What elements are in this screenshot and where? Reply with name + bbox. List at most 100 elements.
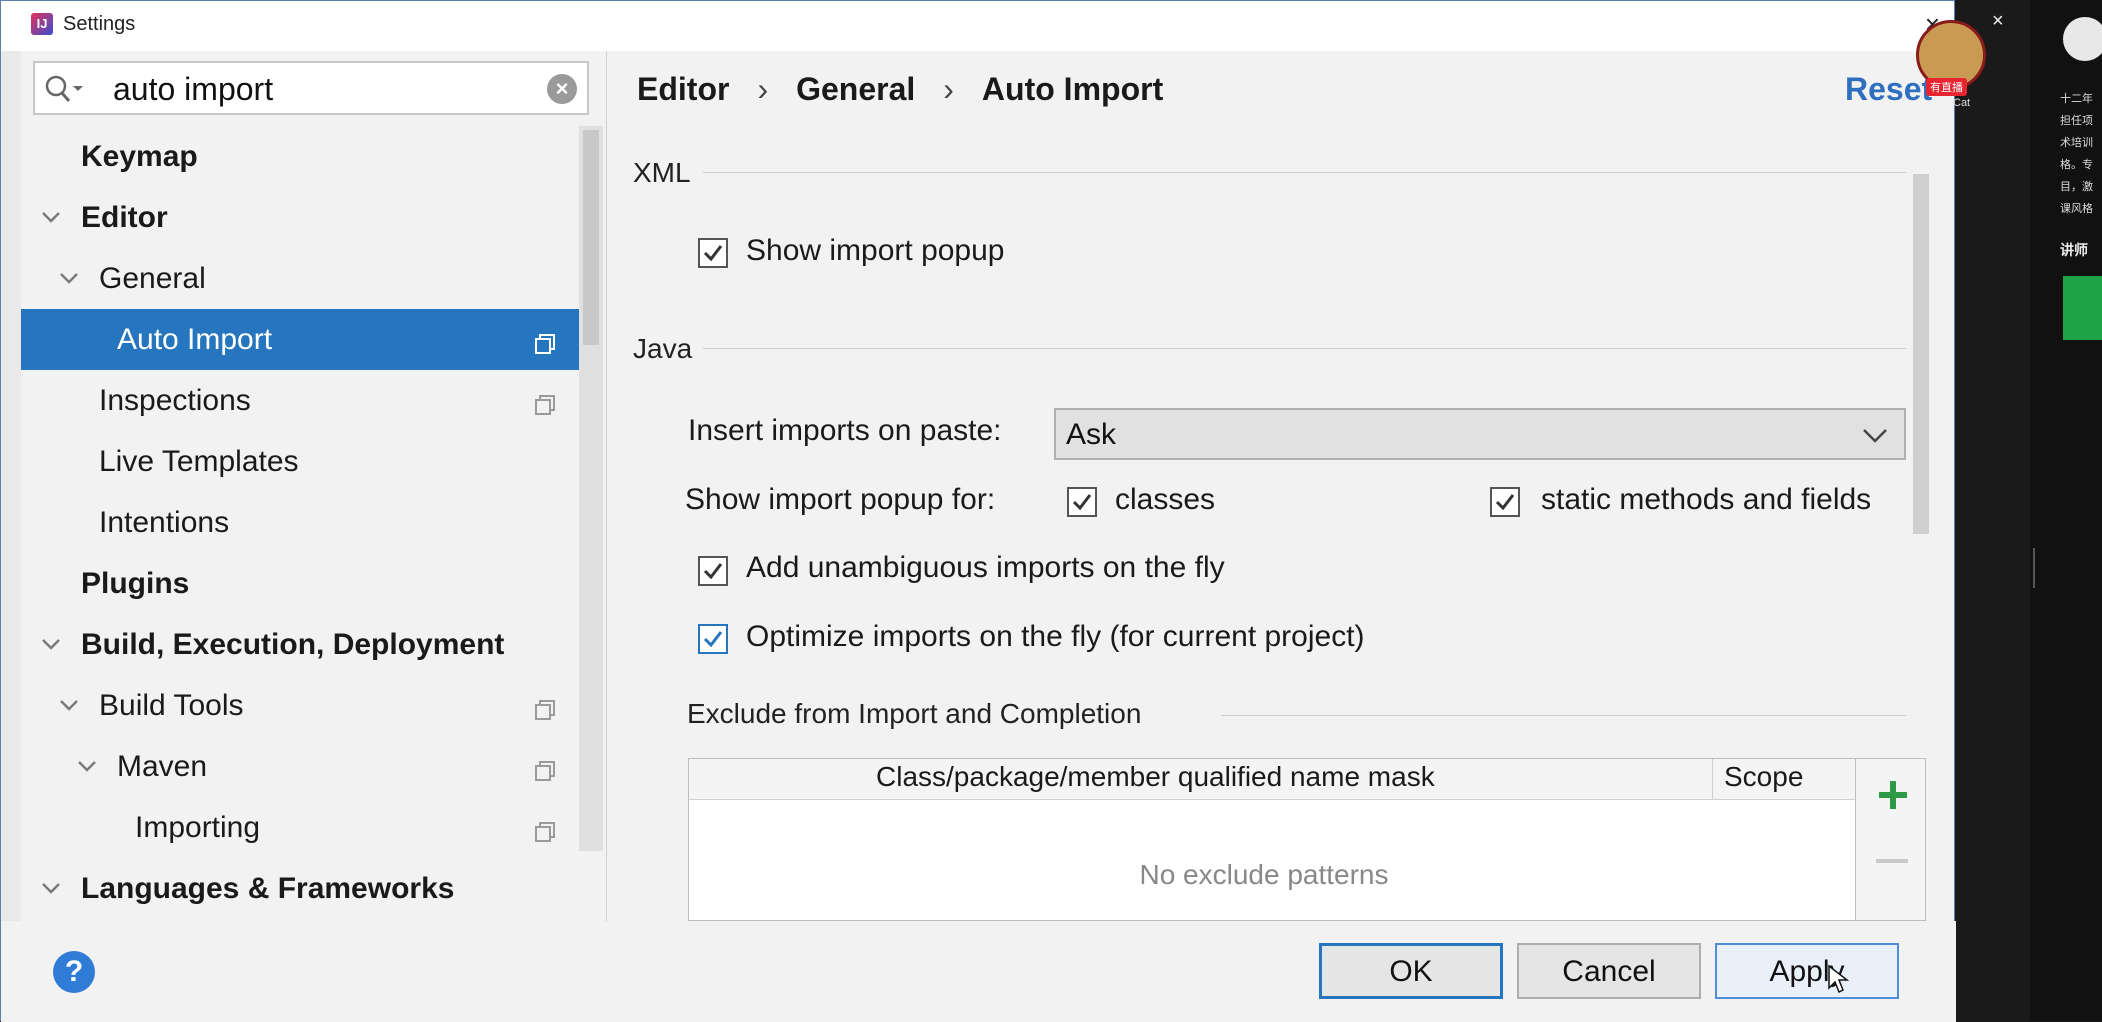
chevron-down-icon[interactable] <box>39 632 63 656</box>
tree-item-auto-import[interactable]: Auto Import <box>21 309 586 370</box>
live-streamer-name: Cat <box>1953 97 1971 109</box>
static-methods-label[interactable]: static methods and fields <box>1541 483 1871 517</box>
project-settings-icon <box>534 695 556 720</box>
add-icon[interactable] <box>1875 777 1911 813</box>
breadcrumb-general: General <box>796 71 916 107</box>
breadcrumb-auto-import: Auto Import <box>981 71 1164 107</box>
tree-item-label: Languages & Frameworks <box>81 871 455 905</box>
window-title: Settings <box>63 13 136 35</box>
breadcrumb-editor: Editor <box>637 71 730 107</box>
mouse-cursor-icon <box>1828 964 1849 994</box>
insert-imports-dropdown[interactable]: Ask <box>1054 408 1906 460</box>
settings-sidebar: × Keymap Editor General Auto Import Inspecti… <box>21 51 607 921</box>
tree-item-label: Importing <box>135 810 261 844</box>
exclude-patterns-table[interactable]: Class/package/member qualified name mask… <box>688 758 1856 921</box>
tree-item-live-templates[interactable]: Live Templates <box>21 431 586 492</box>
empty-table-text: No exclude patterns <box>1139 859 1389 890</box>
project-settings-icon <box>534 390 556 415</box>
tree-item-general[interactable]: General <box>21 248 586 309</box>
tree-item-keymap[interactable]: Keymap <box>21 126 586 187</box>
reset-link[interactable]: Reset <box>1845 71 1932 108</box>
tree-item-label: Build, Execution, Deployment <box>81 627 505 661</box>
tree-item-maven[interactable]: Maven <box>21 736 586 797</box>
presenter-avatar <box>2063 17 2102 61</box>
cancel-button[interactable]: Cancel <box>1517 943 1701 999</box>
show-import-popup-for-label: Show import popup for: <box>685 483 996 516</box>
clear-search-icon[interactable]: × <box>547 74 577 104</box>
tree-item-inspections[interactable]: Inspections <box>21 370 586 431</box>
tree-item-languages-frameworks[interactable]: Languages & Frameworks <box>21 858 586 919</box>
close-overlay-icon[interactable]: × <box>1992 10 2004 33</box>
checkmark-icon <box>1495 494 1515 511</box>
tree-item-label: Editor <box>81 200 168 234</box>
bio-line: 担任项 <box>2060 115 2093 127</box>
optimize-imports-label[interactable]: Optimize imports on the fly (for current… <box>746 620 1365 654</box>
insert-imports-value: Ask <box>1066 418 1117 451</box>
breadcrumb: Editor › General › Auto Import <box>637 71 1163 108</box>
chevron-down-icon[interactable] <box>57 693 81 717</box>
help-icon[interactable]: ? <box>53 951 95 993</box>
chevron-down-icon[interactable] <box>39 205 63 229</box>
add-unambiguous-label[interactable]: Add unambiguous imports on the fly <box>746 551 1225 585</box>
column-divider <box>1712 759 1713 799</box>
apply-button[interactable]: Apply <box>1715 943 1899 999</box>
title-bar: IJ Settings × <box>1 1 1954 51</box>
content-scrollbar-thumb[interactable] <box>1913 174 1929 534</box>
tree-item-intentions[interactable]: Intentions <box>21 492 586 553</box>
section-divider <box>703 172 1906 173</box>
chevron-down-icon <box>1863 429 1887 443</box>
chevron-down-icon[interactable] <box>75 754 99 778</box>
column-header-mask[interactable]: Class/package/member qualified name mask <box>876 761 1435 793</box>
section-title-java: Java <box>633 333 693 364</box>
wechat-icon[interactable] <box>2063 276 2102 340</box>
insert-imports-label: Insert imports on paste: <box>688 414 1002 447</box>
classes-checkbox[interactable] <box>1067 487 1097 517</box>
search-icon[interactable] <box>43 73 83 105</box>
sidebar-scrollbar-thumb[interactable] <box>583 130 599 345</box>
bio-line: 课风格 <box>2060 203 2093 215</box>
settings-search-box[interactable]: × <box>33 61 589 115</box>
section-divider <box>1221 715 1906 716</box>
sidebar-scrollbar[interactable] <box>579 126 603 851</box>
settings-dialog: IJ Settings × × Keymap Editor General Auto … <box>0 0 1956 1022</box>
show-import-popup-checkbox[interactable] <box>698 238 728 268</box>
tree-item-label: Plugins <box>81 566 190 600</box>
tree-item-build-tools[interactable]: Build Tools <box>21 675 586 736</box>
tree-item-label: Inspections <box>99 383 251 417</box>
breadcrumb-separator: › <box>757 71 769 107</box>
panel-divider <box>2033 548 2035 588</box>
column-header-scope[interactable]: Scope <box>1724 761 1803 793</box>
optimize-imports-checkbox[interactable] <box>698 624 728 654</box>
presenter-section-title: 讲师 <box>2060 242 2088 258</box>
tree-item-build-execution-deployment[interactable]: Build, Execution, Deployment <box>21 614 586 675</box>
presenter-bio: 十二年 担任项 术培训 格。专 目，激 课风格 <box>2060 88 2093 220</box>
search-input[interactable] <box>113 69 533 109</box>
window-edge <box>1 51 21 1022</box>
dialog-footer: ? OK Cancel Apply <box>1 921 1956 1022</box>
chevron-down-icon[interactable] <box>57 266 81 290</box>
project-settings-icon <box>534 329 556 354</box>
content-scrollbar[interactable] <box>1911 116 1931 916</box>
section-title-exclude: Exclude from Import and Completion <box>687 698 1142 729</box>
live-badge: 有直播 <box>1926 78 1967 96</box>
classes-label[interactable]: classes <box>1115 483 1215 517</box>
chevron-down-icon[interactable] <box>39 876 63 900</box>
checkmark-icon <box>703 245 723 262</box>
tree-item-label: Intentions <box>99 505 230 539</box>
table-header: Class/package/member qualified name mask… <box>689 759 1855 800</box>
tree-item-editor[interactable]: Editor <box>21 187 586 248</box>
ok-button[interactable]: OK <box>1319 943 1503 999</box>
tree-item-label: Build Tools <box>99 688 244 722</box>
tree-item-label: General <box>99 261 206 295</box>
add-unambiguous-checkbox[interactable] <box>698 556 728 586</box>
static-methods-checkbox[interactable] <box>1490 487 1520 517</box>
bio-line: 格。专 <box>2060 159 2093 171</box>
show-import-popup-label[interactable]: Show import popup <box>746 234 1005 268</box>
tree-item-plugins[interactable]: Plugins <box>21 553 586 614</box>
settings-content: Editor › General › Auto Import Reset XML Sho… <box>611 51 1932 921</box>
tree-item-importing[interactable]: Importing <box>21 797 586 858</box>
remove-icon[interactable] <box>1876 859 1908 863</box>
section-title-xml: XML <box>633 157 691 188</box>
intellij-app-icon: IJ <box>31 13 53 35</box>
project-settings-icon <box>534 756 556 781</box>
